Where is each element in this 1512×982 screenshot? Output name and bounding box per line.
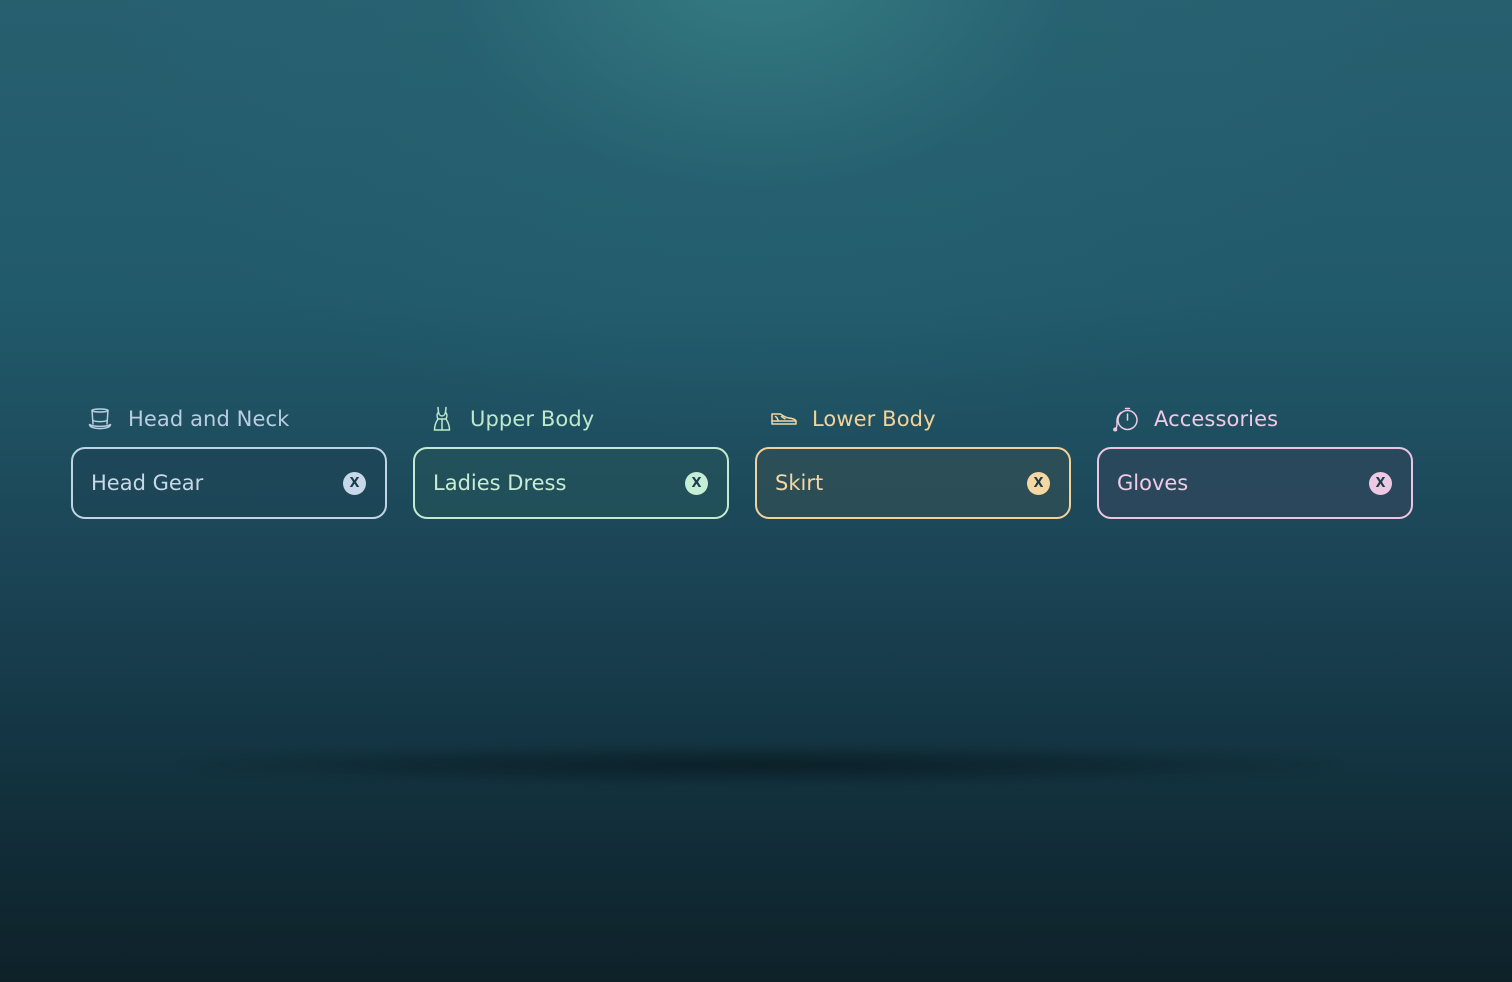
field-value: Ladies Dress bbox=[433, 471, 567, 495]
watch-icon bbox=[1112, 405, 1140, 433]
field-value: Head Gear bbox=[91, 471, 204, 495]
close-icon: X bbox=[1033, 475, 1044, 491]
ladies-dress-field[interactable]: Ladies Dress X bbox=[413, 447, 729, 519]
head-gear-field[interactable]: Head Gear X bbox=[71, 447, 387, 519]
field-value: Gloves bbox=[1117, 471, 1189, 495]
group-lower-body: Lower Body Skirt X bbox=[755, 402, 1071, 519]
skirt-field[interactable]: Skirt X bbox=[755, 447, 1071, 519]
clear-button[interactable]: X bbox=[1369, 471, 1392, 495]
group-label: Accessories bbox=[1112, 402, 1413, 436]
group-label: Head and Neck bbox=[86, 402, 387, 436]
shoe-icon bbox=[770, 405, 798, 433]
group-head-and-neck: Head and Neck Head Gear X bbox=[71, 402, 387, 519]
dress-icon bbox=[428, 405, 456, 433]
top-hat-icon bbox=[86, 405, 114, 433]
close-icon: X bbox=[1375, 475, 1386, 491]
floor-shadow bbox=[180, 745, 1340, 785]
group-accessories: Accessories Gloves X bbox=[1097, 402, 1413, 519]
clear-button[interactable]: X bbox=[343, 471, 366, 495]
gloves-field[interactable]: Gloves X bbox=[1097, 447, 1413, 519]
group-label-text: Accessories bbox=[1154, 407, 1279, 431]
clear-button[interactable]: X bbox=[1027, 471, 1050, 495]
field-value: Skirt bbox=[775, 471, 824, 495]
clothing-fields: Head and Neck Head Gear X Upper Body Lad… bbox=[71, 402, 1413, 519]
group-upper-body: Upper Body Ladies Dress X bbox=[413, 402, 729, 519]
close-icon: X bbox=[349, 475, 360, 491]
clear-button[interactable]: X bbox=[685, 471, 708, 495]
close-icon: X bbox=[691, 475, 702, 491]
group-label: Lower Body bbox=[770, 402, 1071, 436]
group-label-text: Upper Body bbox=[470, 407, 595, 431]
group-label-text: Head and Neck bbox=[128, 407, 290, 431]
group-label-text: Lower Body bbox=[812, 407, 936, 431]
group-label: Upper Body bbox=[428, 402, 729, 436]
